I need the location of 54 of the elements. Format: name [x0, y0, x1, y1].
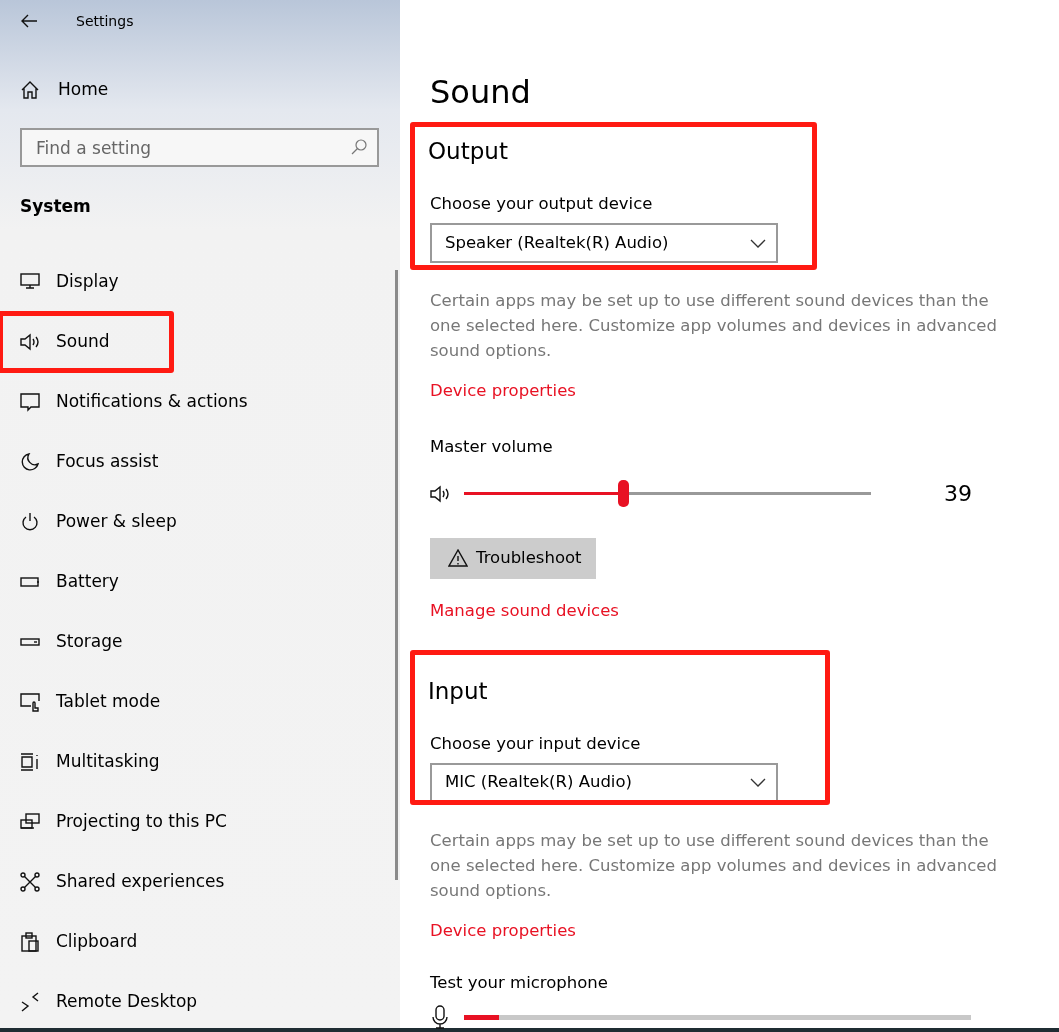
description-text: Certain apps may be set up to use different sound devices than the one selected here. Customize app volumes and devices in advanced sound options. — [430, 829, 998, 902]
moon-icon — [20, 452, 40, 472]
speaker-icon — [430, 483, 450, 504]
sidebar-item[interactable]: Multitasking — [0, 732, 400, 792]
device-properties-link[interactable]: Device properties — [430, 379, 576, 404]
power-icon — [20, 512, 40, 532]
device-properties-link[interactable]: Device properties — [430, 918, 576, 944]
clipboard-icon — [20, 932, 40, 952]
sidebar-item[interactable]: Remote Desktop — [0, 972, 400, 1032]
home-link[interactable]: Home — [0, 70, 400, 110]
section-heading: Output — [428, 137, 509, 166]
sidebar-item[interactable]: Power & sleep — [0, 492, 400, 552]
sidebar-item[interactable]: Battery — [0, 552, 400, 612]
slider-thumb[interactable] — [617, 480, 629, 508]
projector-icon — [20, 812, 40, 832]
chevron-down-icon — [750, 238, 766, 248]
page-title: Sound — [430, 72, 532, 113]
test-label: Test your microphone — [430, 972, 609, 995]
network-nodes-icon — [20, 872, 40, 892]
warning-icon — [448, 549, 468, 568]
field-label: Choose your input device — [430, 732, 642, 755]
volume-value: 39 — [944, 480, 972, 509]
volume-label: Master volume — [430, 435, 554, 458]
chevron-down-icon — [750, 778, 766, 787]
search-field[interactable]: Find a setting — [20, 128, 379, 167]
section-heading: Input — [428, 676, 489, 706]
window-title: Settings — [76, 11, 134, 31]
description-text: Certain apps may be set up to use different sound devices than the one selected here. Customize app volumes and devices in advanced sound options. — [430, 290, 998, 362]
sidebar-item[interactable]: Notifications & actions — [0, 372, 400, 432]
sidebar-item[interactable]: Projecting to this PC — [0, 792, 400, 852]
device-dropdown[interactable]: MIC (Realtek(R) Audio) — [430, 762, 778, 803]
remote-arrows-icon — [20, 992, 40, 1012]
tablet-touch-icon — [20, 692, 40, 712]
sidebar-item[interactable]: Display — [0, 252, 400, 312]
sidebar-item[interactable]: Tablet mode — [0, 672, 400, 732]
sidebar-item[interactable]: Sound — [0, 312, 400, 372]
sidebar-item[interactable]: Focus assist — [0, 432, 400, 492]
speech-bubble-icon — [20, 392, 40, 412]
search-icon — [351, 139, 367, 155]
back-arrow-icon[interactable] — [20, 14, 38, 28]
sidebar-item[interactable]: Shared experiences — [0, 852, 400, 912]
manage-devices-link[interactable]: Manage sound devices — [430, 598, 619, 624]
scrollbar[interactable] — [395, 270, 398, 880]
field-label: Choose your output device — [430, 193, 654, 215]
microphone-icon — [430, 1005, 450, 1030]
monitor-icon — [20, 272, 40, 292]
home-icon — [20, 80, 40, 100]
sidebar-item[interactable]: Storage — [0, 612, 400, 672]
device-dropdown[interactable]: Speaker (Realtek(R) Audio) — [430, 223, 778, 263]
speaker-icon — [20, 332, 40, 352]
troubleshoot-button[interactable]: Troubleshoot — [430, 537, 596, 579]
section-heading: System — [19, 195, 92, 218]
multitask-icon — [20, 752, 40, 772]
sidebar-item[interactable]: Clipboard — [0, 912, 400, 972]
